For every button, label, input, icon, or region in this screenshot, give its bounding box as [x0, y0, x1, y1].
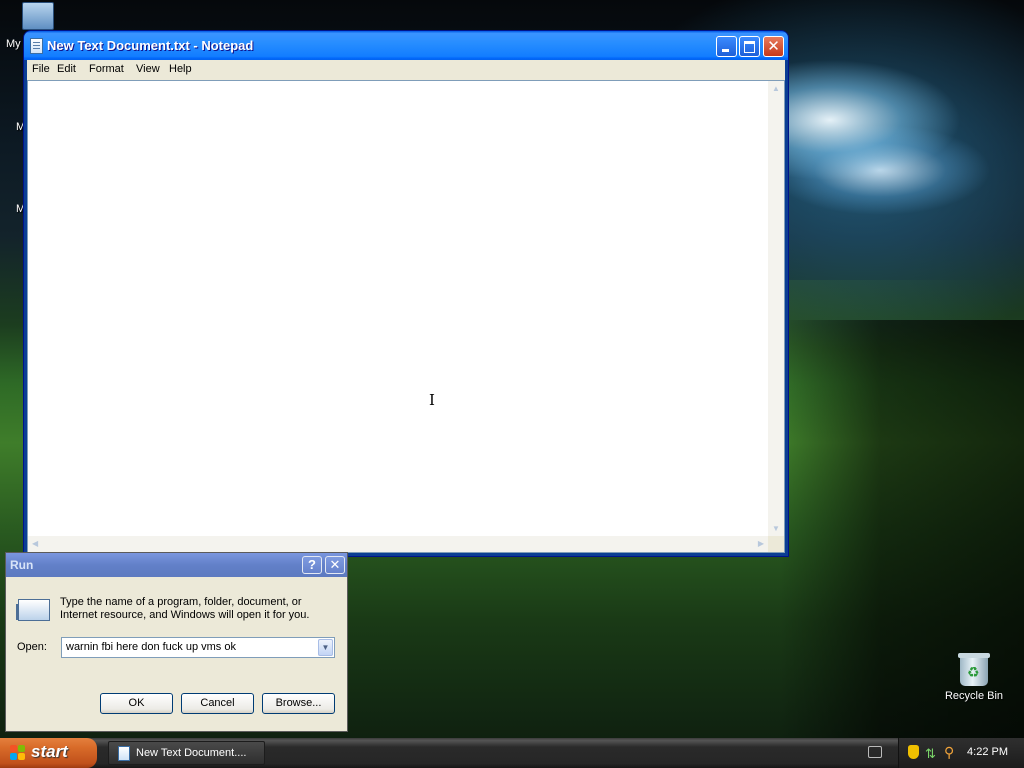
run-description: Type the name of a program, folder, docu… [60, 596, 310, 621]
search-icon[interactable]: ⚲ [944, 744, 954, 761]
run-title-bar[interactable]: Run ? ✕ [6, 553, 347, 577]
scroll-right-icon[interactable]: ▶ [758, 539, 764, 548]
security-shield-icon[interactable] [908, 745, 919, 759]
size-grip[interactable] [768, 536, 784, 552]
open-input[interactable]: warnin fbi here don fuck up vms ok [66, 641, 236, 653]
taskbar-item-label: New Text Document.... [136, 747, 247, 759]
keyboard-icon[interactable] [868, 746, 882, 758]
help-icon: ? [308, 557, 316, 572]
desktop-icon-recycle-bin[interactable]: ♻ Recycle Bin [940, 653, 1008, 702]
open-label: Open: [17, 641, 47, 653]
run-icon [18, 599, 50, 621]
window-title: New Text Document.txt - Notepad [47, 38, 254, 53]
horizontal-scrollbar[interactable]: ◀ ▶ [28, 536, 768, 552]
windows-logo-icon [10, 745, 26, 761]
menu-view[interactable]: View [136, 63, 160, 75]
minimize-button[interactable] [716, 36, 737, 57]
text-cursor-icon: I [429, 391, 435, 409]
menu-edit[interactable]: Edit [57, 63, 76, 75]
notepad-title-bar[interactable]: New Text Document.txt - Notepad ✕ [24, 31, 788, 60]
start-button[interactable]: start [0, 738, 97, 768]
help-button[interactable]: ? [302, 556, 322, 574]
cancel-button[interactable]: Cancel [181, 693, 254, 714]
menu-help[interactable]: Help [169, 63, 192, 75]
scroll-down-icon[interactable]: ▼ [772, 524, 780, 533]
taskbar: start New Text Document.... ⇅ ⚲ 4:22 PM [0, 738, 1024, 768]
browse-button[interactable]: Browse... [262, 693, 335, 714]
vertical-scrollbar[interactable]: ▲ ▼ [768, 81, 784, 536]
scroll-left-icon[interactable]: ◀ [32, 539, 38, 548]
menu-file[interactable]: File [32, 63, 50, 75]
close-icon: ✕ [767, 38, 780, 55]
menu-format[interactable]: Format [89, 63, 124, 75]
text-editor-area[interactable]: ▲ ▼ ◀ ▶ [27, 80, 785, 553]
taskbar-item-notepad[interactable]: New Text Document.... [108, 741, 265, 765]
close-button[interactable]: ✕ [763, 36, 784, 57]
recycle-bin-icon: ♻ [958, 653, 990, 686]
desktop-icon-label: My [6, 38, 21, 50]
chevron-down-icon: ▼ [321, 643, 330, 652]
clock[interactable]: 4:22 PM [967, 746, 1008, 758]
run-close-button[interactable]: ✕ [325, 556, 345, 574]
notepad-icon[interactable] [30, 38, 43, 54]
desktop-icon-label: Recycle Bin [944, 690, 1004, 702]
run-dialog: Run ? ✕ Type the name of a program, fold… [5, 552, 348, 732]
computer-icon [22, 2, 54, 30]
open-combobox[interactable]: warnin fbi here don fuck up vms ok ▼ [61, 637, 335, 658]
menu-bar: File Edit Format View Help [27, 60, 785, 80]
start-label: start [31, 742, 68, 761]
system-tray: ⇅ ⚲ 4:22 PM [898, 738, 1024, 768]
run-title: Run [10, 558, 34, 572]
dropdown-button[interactable]: ▼ [318, 639, 333, 656]
maximize-button[interactable] [739, 36, 760, 57]
close-icon: ✕ [329, 557, 341, 572]
notepad-icon [118, 746, 130, 761]
network-icon[interactable]: ⇅ [925, 746, 936, 762]
notepad-window: New Text Document.txt - Notepad ✕ File E… [24, 31, 788, 556]
scroll-up-icon[interactable]: ▲ [772, 84, 780, 93]
ok-button[interactable]: OK [100, 693, 173, 714]
